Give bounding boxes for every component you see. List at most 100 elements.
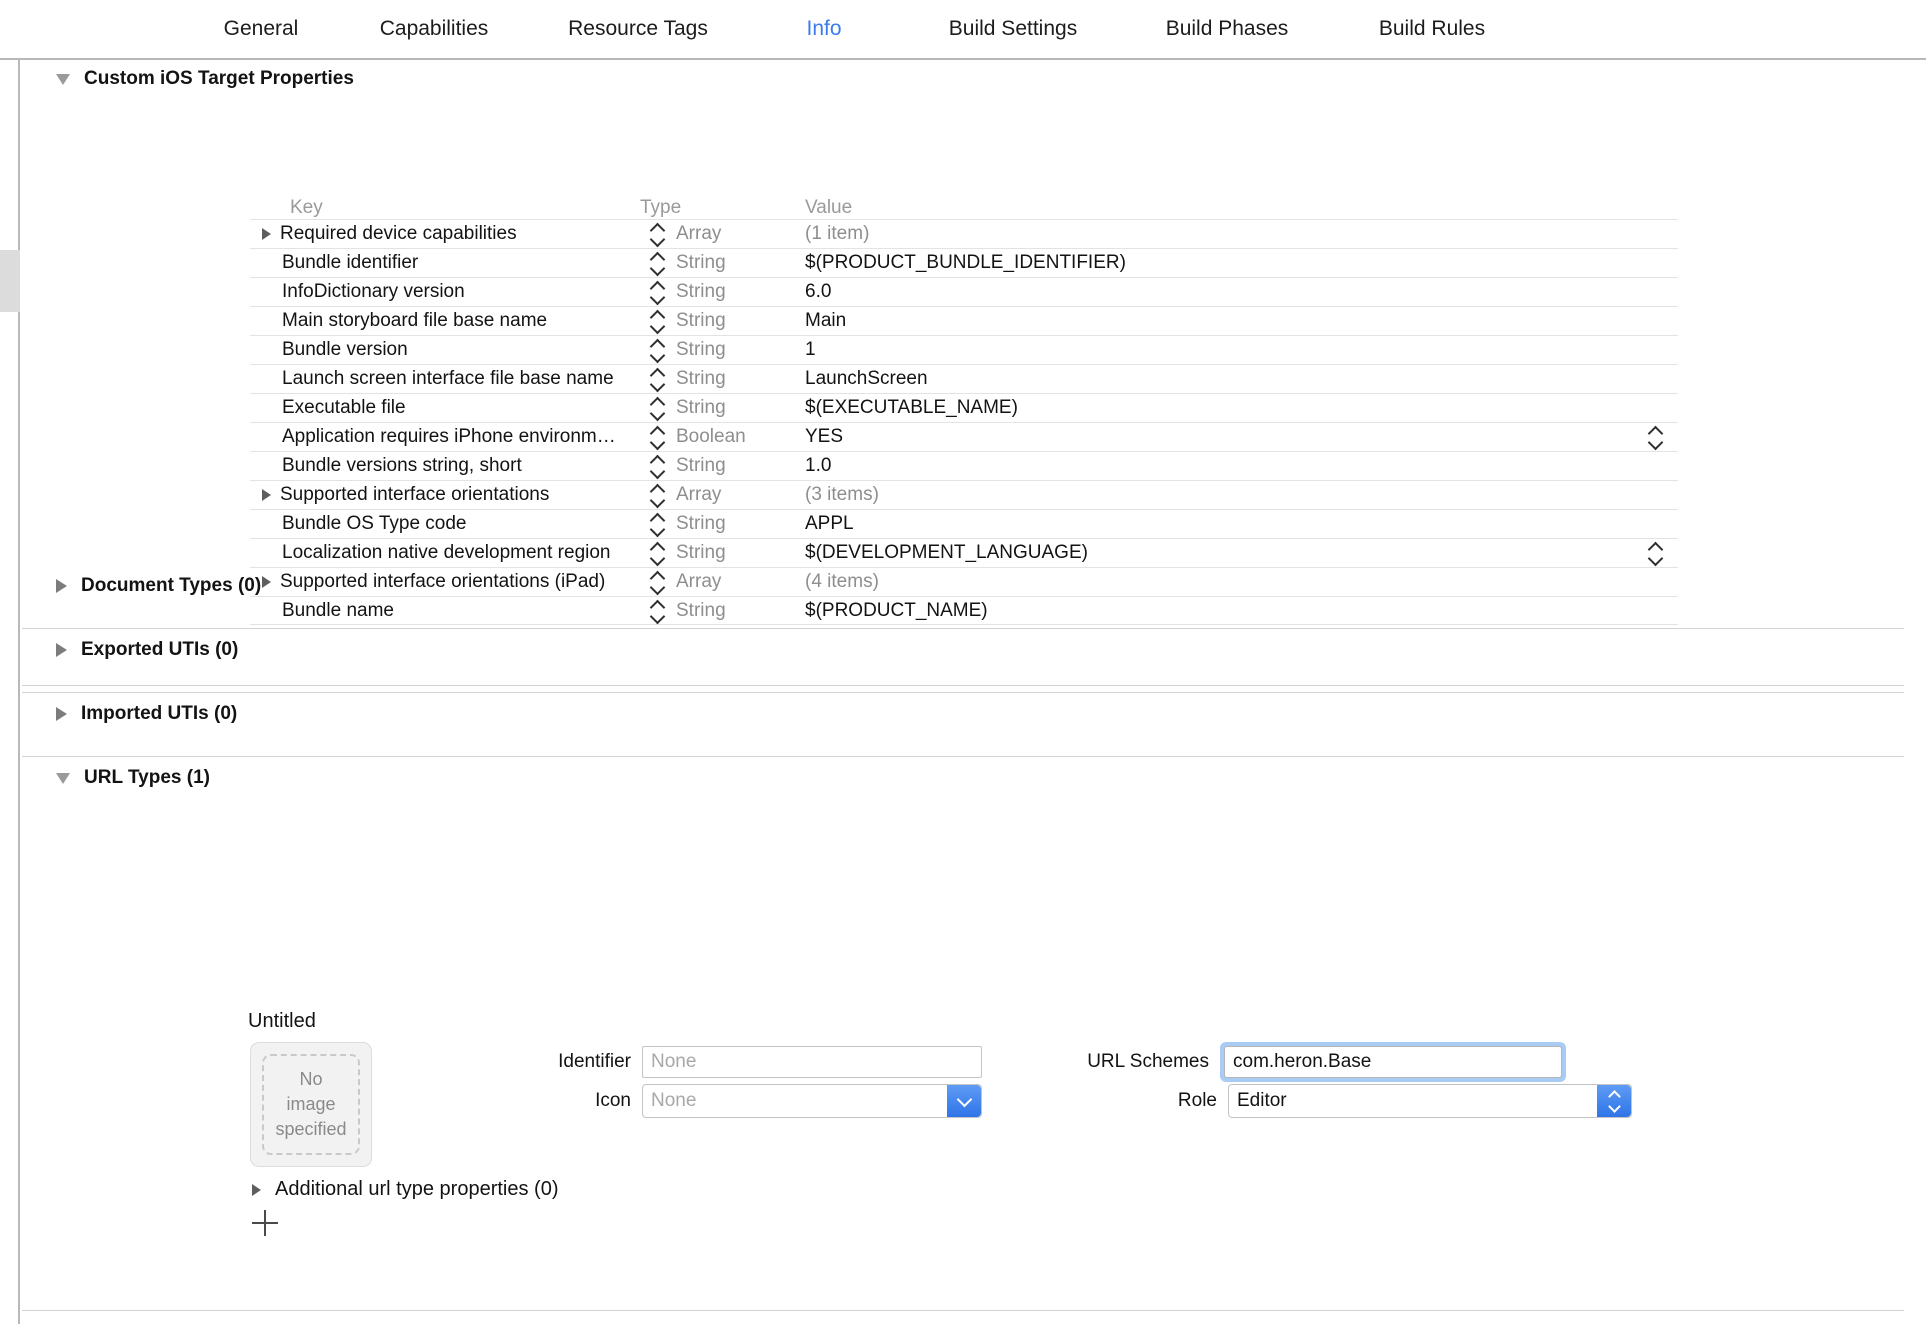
plist-type-cell[interactable]: String [676, 455, 805, 477]
plist-key-stepper[interactable] [640, 252, 676, 274]
stepper-icon[interactable] [651, 339, 666, 361]
plist-value-cell[interactable]: APPL [805, 513, 1634, 535]
plist-value-stepper[interactable] [1634, 426, 1678, 448]
stepper-icon[interactable] [651, 397, 666, 419]
plist-type-cell[interactable]: String [676, 542, 805, 564]
stepper-icon[interactable] [651, 310, 666, 332]
section-header-url-types[interactable]: URL Types (1) [56, 767, 210, 789]
table-row[interactable]: Bundle version String 1 [250, 335, 1678, 364]
stepper-icon[interactable] [1649, 542, 1664, 564]
plist-key-cell[interactable]: InfoDictionary version [250, 281, 640, 303]
stepper-icon[interactable] [651, 455, 666, 477]
table-row[interactable]: InfoDictionary version String 6.0 [250, 277, 1678, 306]
chevron-up-down-icon[interactable] [1597, 1085, 1631, 1117]
plist-key-cell[interactable]: Bundle identifier [250, 252, 640, 274]
plist-key-cell[interactable]: Launch screen interface file base name [250, 368, 640, 390]
table-row[interactable]: Bundle versions string, short String 1.0 [250, 451, 1678, 480]
stepper-icon[interactable] [1649, 426, 1664, 448]
chevron-down-icon[interactable] [947, 1085, 981, 1117]
stepper-icon[interactable] [651, 542, 666, 564]
plist-type-cell[interactable]: String [676, 600, 805, 622]
plist-key-stepper[interactable] [640, 571, 676, 593]
plist-type-cell[interactable]: Boolean [676, 426, 805, 448]
section-header-exported-utis[interactable]: Exported UTIs (0) [56, 639, 238, 661]
plist-type-cell[interactable]: Array [676, 223, 805, 245]
tab-capabilities[interactable]: Capabilities [336, 17, 532, 41]
plist-type-cell[interactable]: String [676, 252, 805, 274]
additional-url-type-properties-disclosure[interactable]: Additional url type properties (0) [252, 1178, 558, 1201]
plist-value-cell[interactable]: $(EXECUTABLE_NAME) [805, 397, 1634, 419]
plist-type-cell[interactable]: String [676, 339, 805, 361]
plist-key-stepper[interactable] [640, 310, 676, 332]
plist-value-cell[interactable]: (4 items) [805, 571, 1634, 593]
url-type-icon-well[interactable]: No image specified [250, 1042, 372, 1167]
plist-value-cell[interactable]: 1 [805, 339, 1634, 361]
stepper-icon[interactable] [651, 223, 666, 245]
stepper-icon[interactable] [651, 600, 666, 622]
tab-info[interactable]: Info [744, 17, 904, 41]
tab-build-settings[interactable]: Build Settings [904, 17, 1122, 41]
table-row[interactable]: Bundle identifier String $(PRODUCT_BUNDL… [250, 248, 1678, 277]
plist-key-stepper[interactable] [640, 397, 676, 419]
stepper-icon[interactable] [651, 571, 666, 593]
stepper-icon[interactable] [651, 513, 666, 535]
plist-value-cell[interactable]: (1 item) [805, 223, 1634, 245]
plist-value-stepper[interactable] [1634, 542, 1678, 564]
plist-type-cell[interactable]: String [676, 368, 805, 390]
table-row[interactable]: Required device capabilities Array (1 it… [250, 219, 1678, 248]
plist-key-stepper[interactable] [640, 455, 676, 477]
stepper-icon[interactable] [651, 281, 666, 303]
plist-key-stepper[interactable] [640, 600, 676, 622]
url-schemes-input[interactable]: com.heron.Base [1224, 1046, 1562, 1078]
plist-value-cell[interactable]: LaunchScreen [805, 368, 1634, 390]
add-url-type-button[interactable] [252, 1210, 278, 1236]
plist-value-cell[interactable]: 1.0 [805, 455, 1634, 477]
table-row[interactable]: Launch screen interface file base name S… [250, 364, 1678, 393]
plist-key-cell[interactable]: Required device capabilities [250, 223, 640, 245]
plist-type-cell[interactable]: String [676, 310, 805, 332]
tab-build-phases[interactable]: Build Phases [1122, 17, 1332, 41]
plist-value-cell[interactable]: YES [805, 426, 1634, 448]
table-row[interactable]: Bundle name String $(PRODUCT_NAME) [250, 596, 1678, 625]
table-row[interactable]: Supported interface orientations Array (… [250, 480, 1678, 509]
tab-build-rules[interactable]: Build Rules [1332, 17, 1532, 41]
stepper-icon[interactable] [651, 252, 666, 274]
table-row[interactable]: Localization native development region S… [250, 538, 1678, 567]
icon-pulldown[interactable]: None [642, 1084, 982, 1118]
plist-key-cell[interactable]: Localization native development region [250, 542, 640, 564]
plist-key-stepper[interactable] [640, 426, 676, 448]
tab-resource-tags[interactable]: Resource Tags [532, 17, 744, 41]
stepper-icon[interactable] [651, 368, 666, 390]
section-header-imported-utis[interactable]: Imported UTIs (0) [56, 703, 237, 725]
plist-key-stepper[interactable] [640, 368, 676, 390]
plist-value-cell[interactable]: $(DEVELOPMENT_LANGUAGE) [805, 542, 1634, 564]
plist-key-cell[interactable]: Supported interface orientations [250, 484, 640, 506]
plist-key-cell[interactable]: Executable file [250, 397, 640, 419]
plist-type-cell[interactable]: String [676, 397, 805, 419]
section-header-document-types[interactable]: Document Types (0) [56, 575, 261, 597]
chevron-right-icon[interactable] [262, 576, 271, 588]
plist-key-stepper[interactable] [640, 281, 676, 303]
plist-value-cell[interactable]: (3 items) [805, 484, 1634, 506]
plist-value-cell[interactable]: 6.0 [805, 281, 1634, 303]
role-popup-button[interactable]: Editor [1228, 1084, 1632, 1118]
stepper-icon[interactable] [651, 484, 666, 506]
plist-value-cell[interactable]: $(PRODUCT_BUNDLE_IDENTIFIER) [805, 252, 1634, 274]
url-type-name[interactable]: Untitled [248, 1010, 316, 1033]
table-row[interactable]: Bundle OS Type code String APPL [250, 509, 1678, 538]
plist-value-cell[interactable]: $(PRODUCT_NAME) [805, 600, 1634, 622]
plist-value-cell[interactable]: Main [805, 310, 1634, 332]
plist-key-stepper[interactable] [640, 542, 676, 564]
plist-type-cell[interactable]: Array [676, 484, 805, 506]
plist-key-stepper[interactable] [640, 484, 676, 506]
table-row[interactable]: Main storyboard file base name String Ma… [250, 306, 1678, 335]
plist-key-stepper[interactable] [640, 339, 676, 361]
plist-key-cell[interactable]: Bundle name [250, 600, 640, 622]
table-row[interactable]: Executable file String $(EXECUTABLE_NAME… [250, 393, 1678, 422]
section-header-custom-ios-target-properties[interactable]: Custom iOS Target Properties [56, 68, 354, 90]
chevron-right-icon[interactable] [262, 228, 271, 240]
stepper-icon[interactable] [651, 426, 666, 448]
plist-key-cell[interactable]: Bundle versions string, short [250, 455, 640, 477]
plist-key-cell[interactable]: Application requires iPhone environm… [250, 426, 640, 448]
plist-key-cell[interactable]: Main storyboard file base name [250, 310, 640, 332]
